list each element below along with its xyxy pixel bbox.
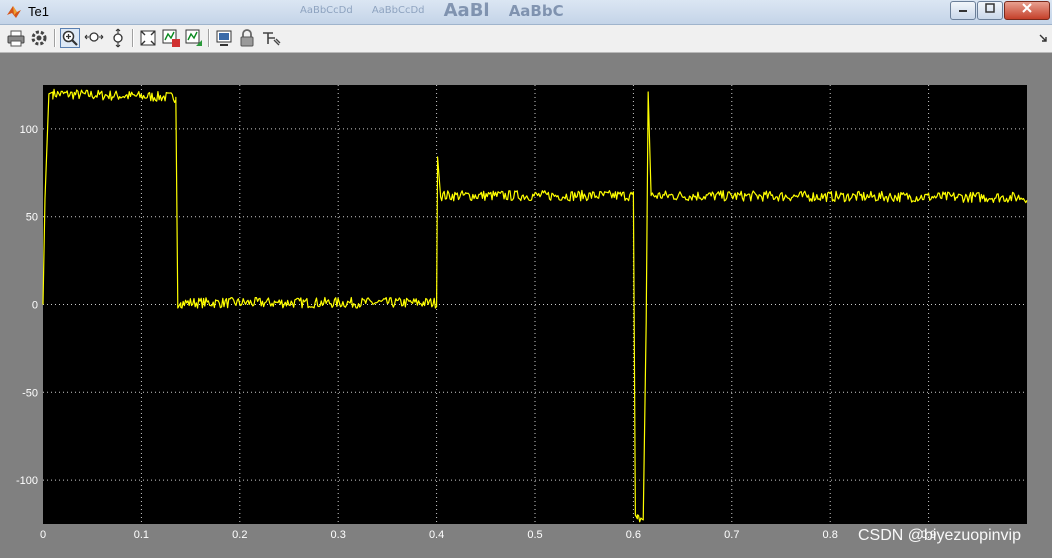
floating-scope-icon (216, 30, 232, 46)
parameters-icon (31, 30, 47, 46)
close-icon (1022, 3, 1032, 13)
zoom-button[interactable] (60, 28, 80, 48)
x-tick-label: 0 (40, 529, 46, 541)
zoom-x-axis-icon (84, 32, 104, 42)
signal-selection-button[interactable] (261, 28, 281, 48)
autoscale-icon (140, 30, 156, 46)
parameters-button[interactable] (29, 28, 49, 48)
close-button[interactable] (1004, 1, 1050, 20)
x-tick-label: 0.4 (429, 529, 444, 541)
print-button[interactable] (6, 28, 26, 48)
x-tick-label: 0.5 (527, 529, 542, 541)
lock-axes-button[interactable] (237, 28, 257, 48)
zoom-in-icon (62, 30, 78, 46)
print-icon (7, 30, 25, 47)
signal-selection-icon (263, 32, 281, 46)
lock-icon (240, 29, 254, 47)
x-tick-label: 0.1 (134, 529, 149, 541)
y-tick-label: -100 (16, 475, 38, 487)
maximize-icon (985, 3, 995, 13)
dock-arrow-icon[interactable] (1038, 33, 1048, 43)
minimize-button[interactable] (950, 1, 976, 20)
watermark-text: CSDN @biyezuopinvip (858, 527, 1021, 544)
background-window-ribbon: AaBbCcDd AaBbCcDd AaBl AaBbC (70, 0, 950, 24)
x-tick-label: 0.7 (724, 529, 739, 541)
matlab-icon (7, 6, 21, 18)
minimize-icon (959, 10, 967, 12)
zoom-y-axis-icon (113, 28, 123, 48)
x-tick-label: 0.2 (232, 529, 247, 541)
autoscale-button[interactable] (138, 28, 158, 48)
y-tick-label: 0 (32, 300, 38, 312)
scope-axes[interactable]: 0 0.1 0.2 0.3 0.4 0.5 0.6 0.7 0.8 0.9-100-5005010… (0, 53, 1052, 558)
toolbar-separator (54, 29, 56, 47)
x-tick-label: 0.3 (331, 529, 346, 541)
y-tick-label: 100 (20, 124, 38, 136)
scope-plot-area: 0 0.1 0.2 0.3 0.4 0.5 0.6 0.7 0.8 0.9 -100 -50 0 50 10… (0, 53, 1052, 558)
zoom-y-axis-button[interactable] (108, 28, 128, 48)
x-tick-label: 0.8 (823, 529, 838, 541)
save-axes-settings-icon (162, 29, 180, 47)
background-style-text: AaBbCcDd (371, 5, 425, 16)
scope-toolbar (0, 25, 1052, 53)
restore-axes-settings-button[interactable] (184, 28, 204, 48)
window-title: Te1 (28, 4, 49, 19)
restore-axes-settings-icon (185, 29, 202, 46)
zoom-x-axis-button[interactable] (84, 28, 104, 48)
y-tick-label: 50 (26, 212, 38, 224)
toolbar-separator (208, 29, 210, 47)
background-style-text: AaBbCcDd (300, 5, 353, 16)
floating-scope-button[interactable] (214, 28, 234, 48)
background-style-text: AaBbC (508, 1, 564, 20)
background-style-text: AaBl (443, 0, 490, 21)
toolbar-separator (132, 29, 134, 47)
x-tick-label: 0.6 (626, 529, 641, 541)
save-axes-settings-button[interactable] (161, 28, 181, 48)
title-bar: Te1 AaBbCcDd AaBbCcDd AaBl AaBbC (0, 0, 1052, 25)
maximize-button[interactable] (977, 1, 1003, 20)
y-tick-label: -50 (22, 387, 38, 399)
